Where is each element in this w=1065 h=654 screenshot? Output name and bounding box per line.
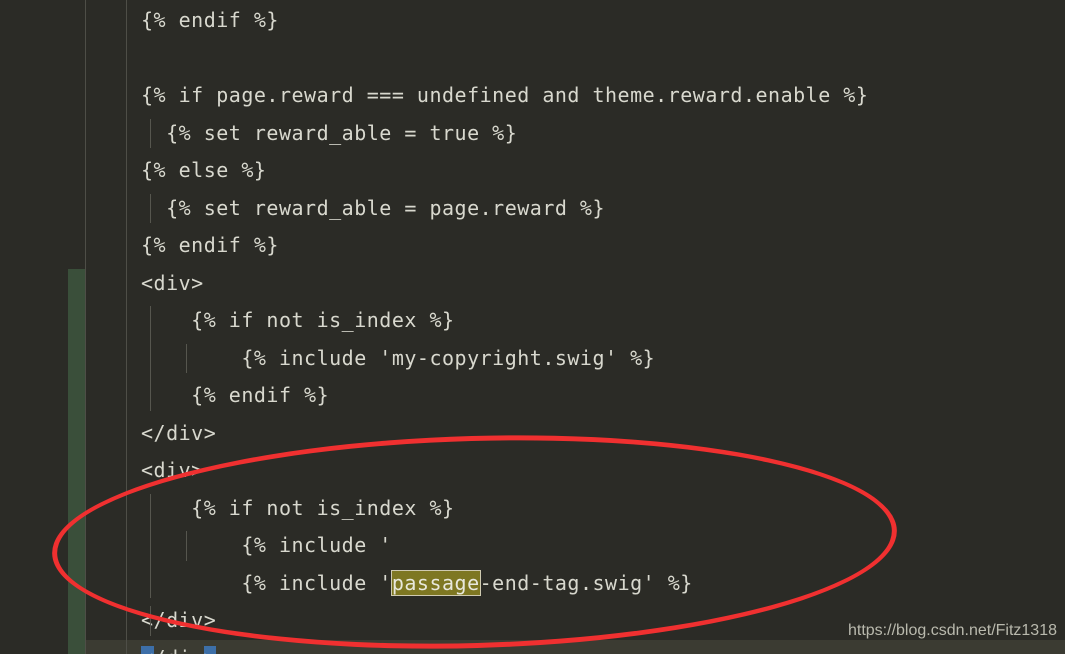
- code-line[interactable]: 5 {% set reward_able = true %}: [0, 115, 1065, 153]
- code-text[interactable]: {% endif %}: [141, 227, 279, 265]
- code-text[interactable]: {% if not is_index %}: [141, 490, 455, 528]
- code-text[interactable]: {% endif %}: [141, 377, 329, 415]
- code-line[interactable]: 3: [0, 40, 1065, 78]
- current-code-line[interactable]: 9</div>: [0, 639, 1065, 654]
- code-line[interactable]: 0 {% if not is_index %}: [0, 302, 1065, 340]
- code-text[interactable]: {% include ': [141, 527, 392, 565]
- code-text[interactable]: {% set reward_able = true %}: [141, 115, 517, 153]
- code-text[interactable]: {% include 'passage-end-tag.swig' %}: [141, 565, 693, 603]
- code-editor[interactable]: 2{% endif %}34{% if page.reward === unde…: [0, 0, 1065, 654]
- selected-token-highlight[interactable]: passage: [390, 569, 481, 596]
- code-text[interactable]: </div>: [141, 640, 217, 654]
- indent-guide: [150, 306, 151, 411]
- code-text[interactable]: {% include 'my-copyright.swig' %}: [141, 340, 655, 378]
- code-line[interactable]: 5 {% if not is_index %}: [0, 490, 1065, 528]
- gutter-separator-right: [126, 0, 127, 654]
- gutter-separator-left: [85, 0, 86, 654]
- code-text[interactable]: {% set reward_able = page.reward %}: [141, 190, 605, 228]
- bracket-match-close: >: [203, 645, 217, 654]
- indent-guide: [186, 343, 187, 373]
- code-text[interactable]: {% if not is_index %}: [141, 302, 455, 340]
- indent-guide: [150, 118, 151, 148]
- code-text[interactable]: </div>: [141, 415, 216, 453]
- code-line[interactable]: 2 {% endif %}: [0, 377, 1065, 415]
- code-line[interactable]: 8{% endif %}: [0, 227, 1065, 265]
- code-line[interactable]: 3</div>: [0, 415, 1065, 453]
- code-text[interactable]: <div>: [141, 265, 204, 303]
- indent-guide: [150, 493, 151, 598]
- watermark-url: https://blog.csdn.net/Fitz1318: [847, 622, 1057, 639]
- code-line[interactable]: 4{% if page.reward === undefined and the…: [0, 77, 1065, 115]
- code-text[interactable]: {% endif %}: [141, 2, 279, 40]
- code-text[interactable]: </div>: [141, 602, 216, 640]
- code-text[interactable]: {% if page.reward === undefined and them…: [141, 77, 868, 115]
- code-line[interactable]: 7 {% set reward_able = page.reward %}: [0, 190, 1065, 228]
- code-line[interactable]: 7 {% include 'passage-end-tag.swig' %}: [0, 565, 1065, 603]
- code-text[interactable]: {% else %}: [141, 152, 266, 190]
- indent-guide: [186, 531, 187, 561]
- code-text[interactable]: <div>: [141, 452, 204, 490]
- git-modified-marker: [68, 268, 85, 654]
- bracket-match-open: <: [141, 645, 154, 654]
- code-line[interactable]: 2{% endif %}: [0, 2, 1065, 40]
- indent-guide: [150, 606, 151, 636]
- code-line[interactable]: 6{% else %}: [0, 152, 1065, 190]
- indent-guide: [150, 193, 151, 223]
- code-line[interactable]: 4<div>: [0, 452, 1065, 490]
- code-line[interactable]: 9<div>: [0, 265, 1065, 303]
- code-line[interactable]: 1 {% include 'my-copyright.swig' %}: [0, 340, 1065, 378]
- code-line[interactable]: 6 {% include ': [0, 527, 1065, 565]
